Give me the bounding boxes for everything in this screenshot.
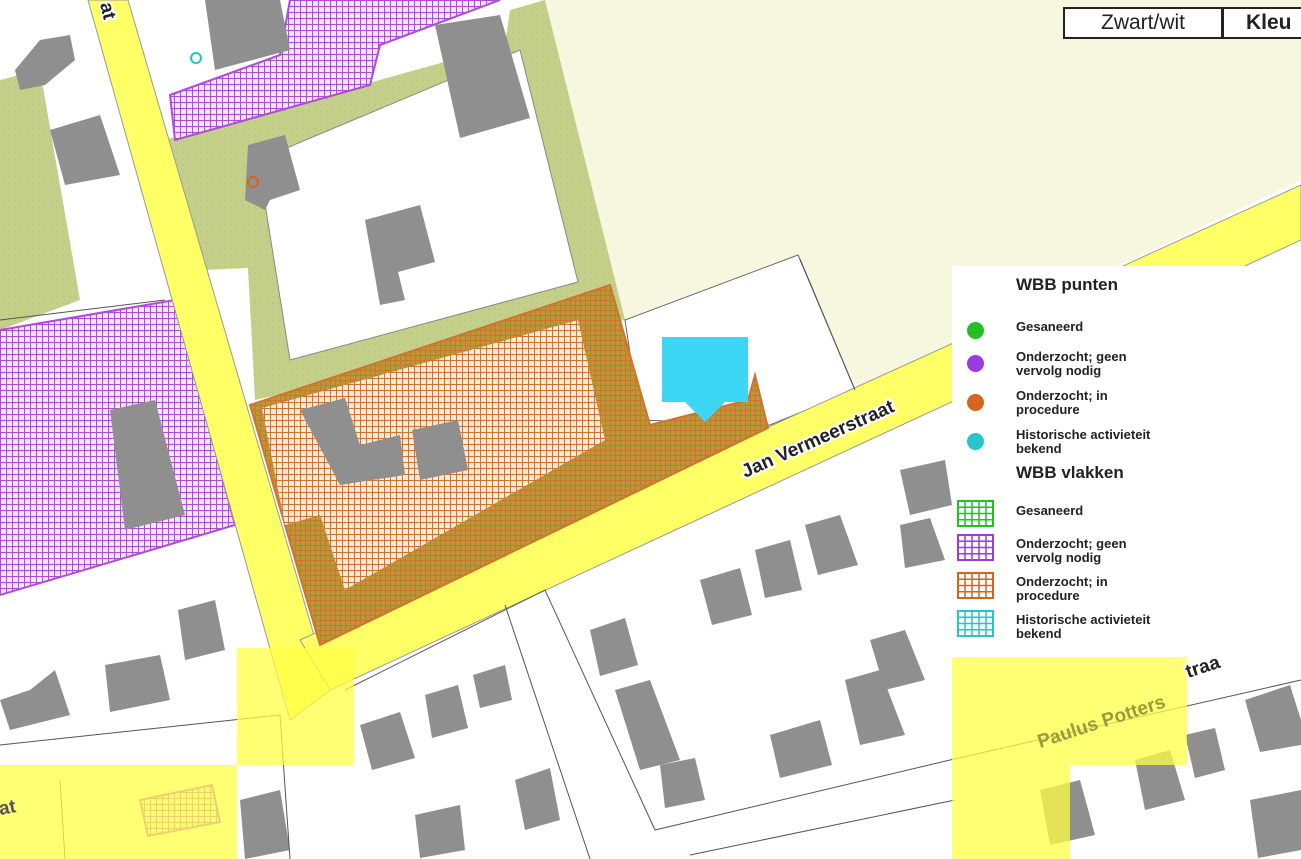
map-legend: WBB punten Gesaneerd Onderzocht; geen ver… [952,266,1301,657]
legend-label: Onderzocht; geen vervolg nodig [1016,536,1127,565]
black-white-toggle-button[interactable]: Zwart/wit [1063,7,1223,39]
legend-label: Onderzocht; geen vervolg nodig [1016,349,1127,378]
legend-areas-title: WBB vlakken [1016,463,1124,482]
legend-label: Onderzocht; in procedure [1016,574,1108,603]
legend-label: Gesaneerd [1016,319,1084,334]
legend-area-swatch [957,610,994,637]
legend-point-dot [967,322,984,339]
legend-label: Gesaneerd [1016,503,1084,518]
legend-area-swatch [957,500,994,527]
legend-point-dot [967,394,984,411]
legend-points-title: WBB punten [1016,275,1118,294]
legend-area-swatch [957,572,994,599]
legend-label: Historische activieteit bekend [1016,427,1151,456]
legend-label: Onderzocht; in procedure [1016,388,1108,417]
legend-area-swatch [957,534,994,561]
legend-point-dot [967,355,984,372]
legend-point-dot [967,433,984,450]
color-toggle-button[interactable]: Kleu [1222,7,1301,39]
legend-label: Historische activieteit bekend [1016,612,1151,641]
